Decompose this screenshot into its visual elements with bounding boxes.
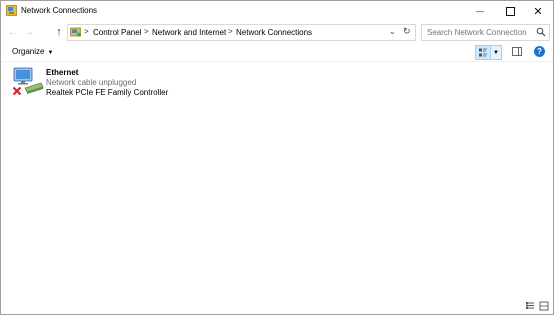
back-button[interactable]: ← — [7, 25, 19, 39]
maximize-icon — [505, 6, 515, 16]
connection-device: Realtek PCIe FE Family Controller — [46, 88, 169, 97]
breadcrumb-network-connections[interactable]: Network Connections — [236, 28, 312, 37]
details-view-icon[interactable] — [525, 301, 535, 311]
breadcrumb-separator: > — [84, 27, 89, 36]
connection-name: Ethernet — [46, 68, 79, 77]
change-view-button[interactable] — [475, 45, 491, 60]
breadcrumb-separator: > — [228, 27, 233, 36]
breadcrumb-control-panel[interactable]: Control Panel — [93, 28, 141, 37]
refresh-icon[interactable]: ↻ — [403, 26, 411, 37]
view-options-dropdown[interactable]: ▼ — [490, 45, 502, 60]
forward-arrow-icon: → — [24, 26, 34, 38]
forward-button[interactable]: → — [23, 25, 35, 39]
connections-list: Ethernet Network cable unplugged Realtek… — [1, 62, 553, 297]
address-history-dropdown-icon[interactable]: ⌄ — [389, 27, 396, 36]
search-input[interactable] — [427, 28, 527, 37]
up-button[interactable]: ↑ — [53, 25, 65, 39]
control-panel-icon — [70, 27, 81, 37]
chevron-down-icon: ▼ — [47, 50, 54, 56]
chevron-down-icon: ▼ — [493, 49, 499, 56]
status-bar — [1, 297, 553, 314]
organize-label: Organize — [12, 47, 45, 56]
large-icons-view-icon[interactable] — [539, 301, 549, 311]
breadcrumb-separator: > — [144, 27, 149, 36]
list-item-ethernet[interactable]: Ethernet Network cable unplugged Realtek… — [11, 66, 171, 100]
up-arrow-icon: ↑ — [56, 26, 62, 38]
maximize-button[interactable] — [495, 1, 525, 21]
close-button[interactable]: ✕ — [523, 1, 553, 21]
disconnected-x-icon — [12, 86, 22, 96]
help-icon: ? — [537, 47, 542, 56]
command-bar: Organize ▼ ▼ ? — [1, 43, 553, 62]
breadcrumb-network-and-internet[interactable]: Network and Internet — [152, 28, 226, 37]
help-button[interactable]: ? — [534, 46, 545, 57]
navigation-bar: ← → ↑ > Control Panel > Network and Inte… — [1, 22, 553, 42]
address-bar[interactable]: > Control Panel > Network and Internet >… — [67, 24, 416, 41]
preview-pane-icon[interactable] — [512, 47, 522, 56]
window-title: Network Connections — [21, 6, 98, 15]
minimize-icon: — — [476, 6, 484, 16]
close-icon: ✕ — [533, 5, 543, 18]
search-icon[interactable] — [536, 27, 546, 37]
organize-button[interactable]: Organize ▼ — [12, 47, 53, 56]
connection-status: Network cable unplugged — [46, 78, 137, 87]
network-connections-app-icon — [6, 5, 17, 16]
minimize-button[interactable]: — — [465, 1, 495, 21]
search-box[interactable] — [421, 24, 550, 41]
title-bar: Network Connections — ✕ — [1, 1, 553, 21]
back-arrow-icon: ← — [8, 26, 18, 38]
network-connections-window: Network Connections — ✕ ← → ↑ > Control … — [0, 0, 554, 315]
tiles-view-icon — [479, 48, 487, 57]
